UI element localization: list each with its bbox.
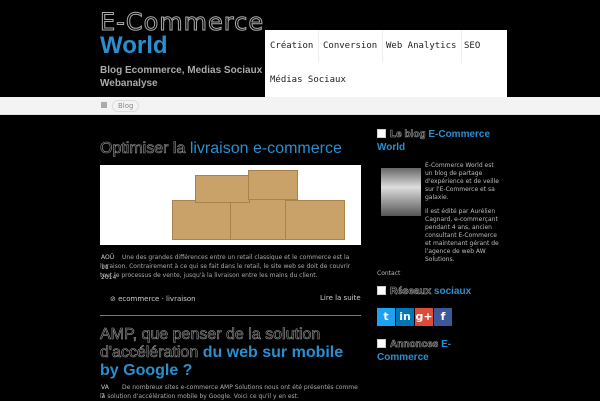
google-plus-icon[interactable]: g+ [415, 308, 433, 326]
post-title[interactable]: Optimiser la livraison e-commerce [100, 140, 362, 158]
read-more-link[interactable]: Lire la suite [320, 294, 361, 302]
post-excerpt: De nombreux sites e-commerce AMP Solutio… [100, 384, 358, 400]
linkedin-icon[interactable]: in [396, 308, 414, 326]
contact-link[interactable]: Contact [377, 270, 502, 278]
breadcrumb: Blog [0, 97, 600, 115]
nav-creation[interactable]: Création [265, 30, 320, 63]
post-date: VA 7 [101, 384, 109, 400]
post-excerpt: Une des grandes différences entre un ret… [100, 254, 351, 279]
sidebar-about: Le blog E-Commerce World E-Commerce Worl… [377, 128, 502, 278]
post-title-b[interactable]: livraison e-commerce [190, 140, 342, 157]
tag-icon: ⊘ [110, 295, 119, 303]
sidebar-ads: Annonces E-Commerce [377, 338, 502, 364]
nav-medias-sociaux[interactable]: Médias Sociaux [265, 64, 351, 97]
arrow-icon [377, 286, 386, 295]
tag-ecommerce[interactable]: ecommerce [118, 295, 159, 303]
main-nav: Création Conversion Web Analytics SEO Mé… [265, 30, 507, 97]
widget-title: Réseaux sociaux [377, 285, 502, 298]
nav-web-analytics[interactable]: Web Analytics [381, 30, 463, 63]
post-tags: ⊘ ecommerce · livraison [110, 295, 196, 303]
nav-seo[interactable]: SEO [459, 30, 485, 63]
widget-title: Annonces E-Commerce [377, 339, 452, 363]
tagline: Blog Ecommerce, Medias Sociaux & Webanal… [100, 65, 273, 89]
post-title[interactable]: AMP, que penser de la solution d'accélér… [100, 326, 362, 380]
post-image-boxes[interactable] [100, 165, 361, 245]
author-avatar [381, 168, 421, 216]
logo-line2[interactable]: World [100, 32, 168, 60]
bio-text-2: Il est édité par Aurélien Cagnard, e-com… [425, 208, 499, 263]
breadcrumb-blog[interactable]: Blog [112, 100, 140, 112]
nav-conversion[interactable]: Conversion [318, 30, 384, 63]
tag-livraison[interactable]: livraison [166, 295, 196, 303]
widget-title: Le blog E-Commerce World [377, 129, 491, 153]
facebook-icon[interactable]: f [434, 308, 452, 326]
sidebar-social: Réseaux sociaux t in g+ f [377, 285, 502, 326]
divider [100, 315, 361, 316]
arrow-icon [377, 129, 386, 138]
arrow-icon [377, 339, 386, 348]
post-title-a[interactable]: Optimiser la [100, 140, 186, 158]
bio-text: E-Commerce World est un blog de partage … [425, 162, 499, 201]
twitter-icon[interactable]: t [377, 308, 395, 326]
home-icon[interactable] [101, 102, 107, 108]
